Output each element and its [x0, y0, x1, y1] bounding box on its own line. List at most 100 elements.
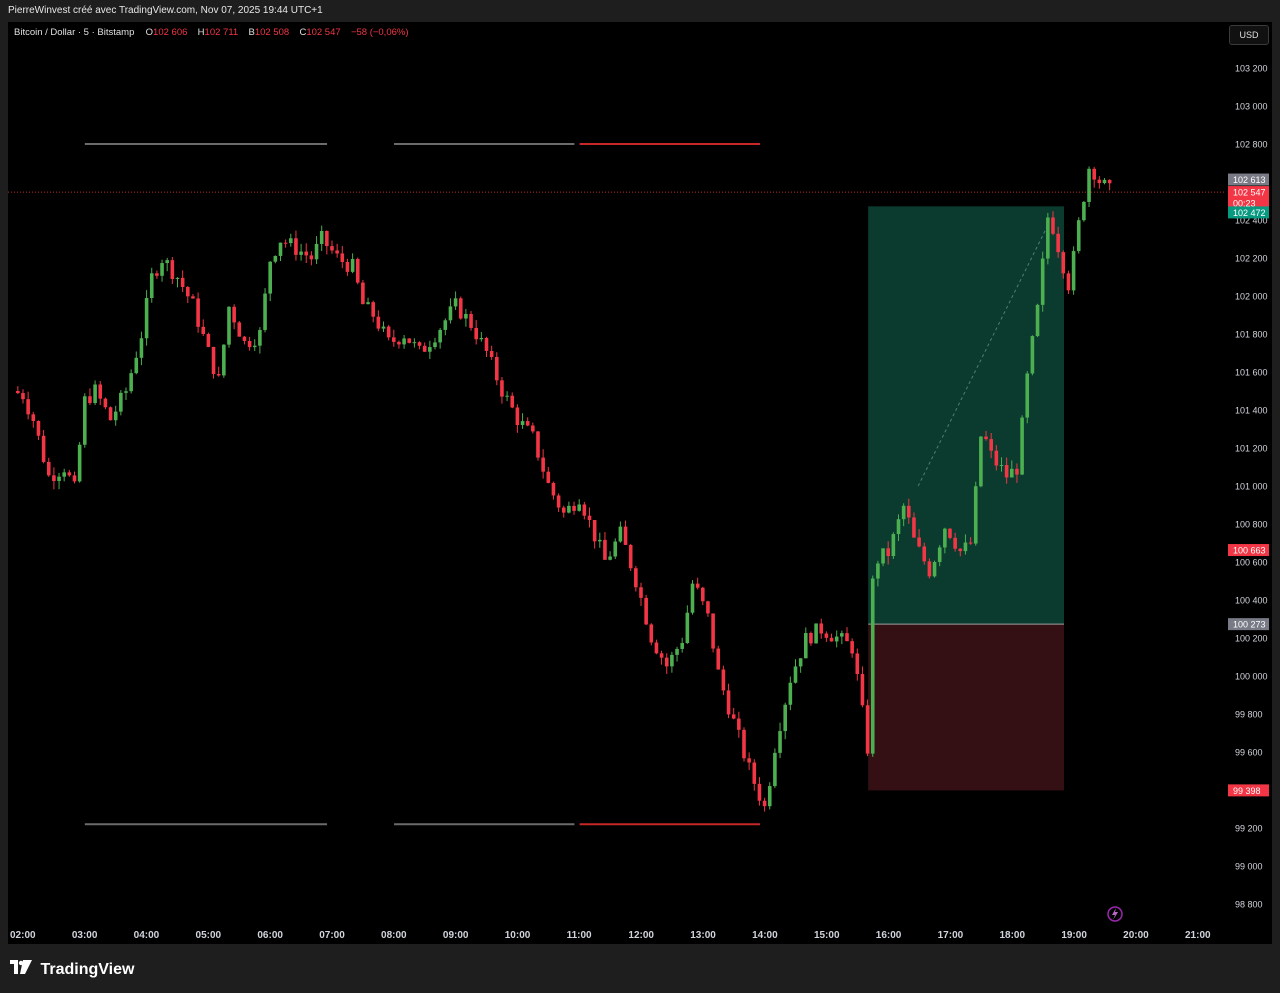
- candle-body[interactable]: [994, 450, 999, 466]
- candle-body[interactable]: [834, 636, 839, 642]
- candle-body[interactable]: [1082, 201, 1086, 221]
- candle-body[interactable]: [458, 298, 463, 319]
- candle-body[interactable]: [216, 374, 221, 376]
- candle-body[interactable]: [664, 657, 669, 667]
- candle-body[interactable]: [1020, 417, 1024, 475]
- candle-body[interactable]: [258, 330, 262, 346]
- candle-body[interactable]: [242, 336, 247, 341]
- candle-body[interactable]: [345, 261, 350, 272]
- candle-body[interactable]: [649, 624, 654, 643]
- candle-body[interactable]: [670, 654, 674, 667]
- candle-body[interactable]: [1076, 220, 1081, 252]
- candle-body[interactable]: [757, 783, 762, 801]
- candle-body[interactable]: [1056, 233, 1060, 253]
- candle-body[interactable]: [999, 465, 1004, 467]
- candle-body[interactable]: [391, 337, 396, 342]
- candle-body[interactable]: [139, 338, 144, 358]
- candle-body[interactable]: [845, 633, 849, 642]
- candle-body[interactable]: [438, 329, 442, 343]
- candle-body[interactable]: [443, 320, 448, 330]
- candle-body[interactable]: [932, 561, 937, 577]
- candle-body[interactable]: [201, 326, 206, 335]
- candle-body[interactable]: [469, 313, 473, 328]
- candle-body[interactable]: [98, 384, 103, 399]
- candle-body[interactable]: [886, 548, 890, 557]
- candle-body[interactable]: [783, 704, 787, 732]
- candle-body[interactable]: [767, 786, 772, 807]
- candle-body[interactable]: [191, 296, 195, 299]
- candle-body[interactable]: [937, 547, 942, 562]
- candle-body[interactable]: [901, 505, 906, 520]
- candle-body[interactable]: [963, 542, 968, 552]
- candle-body[interactable]: [891, 534, 896, 557]
- candle-body[interactable]: [850, 641, 854, 654]
- candle-body[interactable]: [57, 476, 61, 482]
- candle-body[interactable]: [1009, 468, 1014, 478]
- candle-body[interactable]: [531, 425, 535, 432]
- candle-body[interactable]: [1061, 252, 1066, 274]
- candle-body[interactable]: [222, 344, 226, 376]
- candle-body[interactable]: [283, 242, 288, 244]
- candle-body[interactable]: [62, 472, 66, 477]
- loss-zone[interactable]: [868, 624, 1065, 791]
- candle-body[interactable]: [603, 539, 607, 560]
- candle-body[interactable]: [273, 255, 278, 262]
- candle-body[interactable]: [67, 472, 72, 476]
- candle-body[interactable]: [582, 504, 587, 516]
- candle-body[interactable]: [958, 548, 963, 552]
- candle-body[interactable]: [906, 505, 911, 518]
- candle-body[interactable]: [464, 313, 468, 319]
- candle-body[interactable]: [247, 340, 252, 348]
- candle-body[interactable]: [865, 705, 870, 754]
- candle-body[interactable]: [113, 411, 118, 421]
- candle-body[interactable]: [896, 519, 901, 535]
- candle-body[interactable]: [227, 306, 231, 345]
- candle-body[interactable]: [695, 583, 700, 588]
- candle-body[interactable]: [263, 293, 267, 331]
- chart-frame[interactable]: 103 200103 000102 800102 600102 400102 2…: [8, 22, 1272, 944]
- candle-body[interactable]: [881, 548, 885, 564]
- candle-body[interactable]: [134, 357, 139, 374]
- candle-body[interactable]: [876, 563, 880, 579]
- candle-body[interactable]: [335, 250, 339, 254]
- candle-body[interactable]: [21, 393, 25, 400]
- candle-body[interactable]: [680, 643, 684, 649]
- candle-body[interactable]: [417, 342, 422, 346]
- candle-body[interactable]: [453, 298, 458, 307]
- candle-body[interactable]: [1087, 168, 1091, 202]
- candle-body[interactable]: [608, 556, 612, 560]
- candle-body[interactable]: [592, 519, 597, 542]
- candle-body[interactable]: [803, 633, 808, 659]
- candle-body[interactable]: [412, 342, 417, 344]
- candle-body[interactable]: [124, 391, 128, 393]
- candle-body[interactable]: [840, 633, 844, 637]
- candle-body[interactable]: [788, 682, 793, 705]
- candle-body[interactable]: [1097, 179, 1102, 184]
- candle-body[interactable]: [397, 341, 401, 345]
- candle-body[interactable]: [618, 526, 623, 542]
- candle-body[interactable]: [31, 414, 36, 421]
- candle-body[interactable]: [979, 436, 983, 487]
- currency-button[interactable]: USD: [1229, 25, 1269, 45]
- candle-body[interactable]: [309, 255, 314, 260]
- candle-body[interactable]: [927, 561, 932, 577]
- candle-body[interactable]: [278, 242, 283, 256]
- candle-body[interactable]: [361, 282, 365, 305]
- candle-body[interactable]: [160, 263, 164, 276]
- candle-body[interactable]: [407, 338, 412, 343]
- candle-body[interactable]: [1092, 168, 1096, 180]
- candle-body[interactable]: [561, 507, 566, 513]
- candle-body[interactable]: [536, 431, 540, 458]
- candle-body[interactable]: [1102, 179, 1107, 184]
- candle-body[interactable]: [1025, 373, 1030, 418]
- candle-body[interactable]: [860, 674, 865, 706]
- candle-body[interactable]: [659, 653, 664, 658]
- candle-body[interactable]: [494, 356, 499, 381]
- candle-body[interactable]: [330, 246, 334, 251]
- candle-body[interactable]: [541, 457, 545, 472]
- candle-body[interactable]: [165, 260, 169, 264]
- candle-body[interactable]: [747, 758, 751, 763]
- candle-body[interactable]: [180, 277, 185, 288]
- candle-body[interactable]: [88, 396, 92, 403]
- candle-body[interactable]: [1015, 468, 1019, 475]
